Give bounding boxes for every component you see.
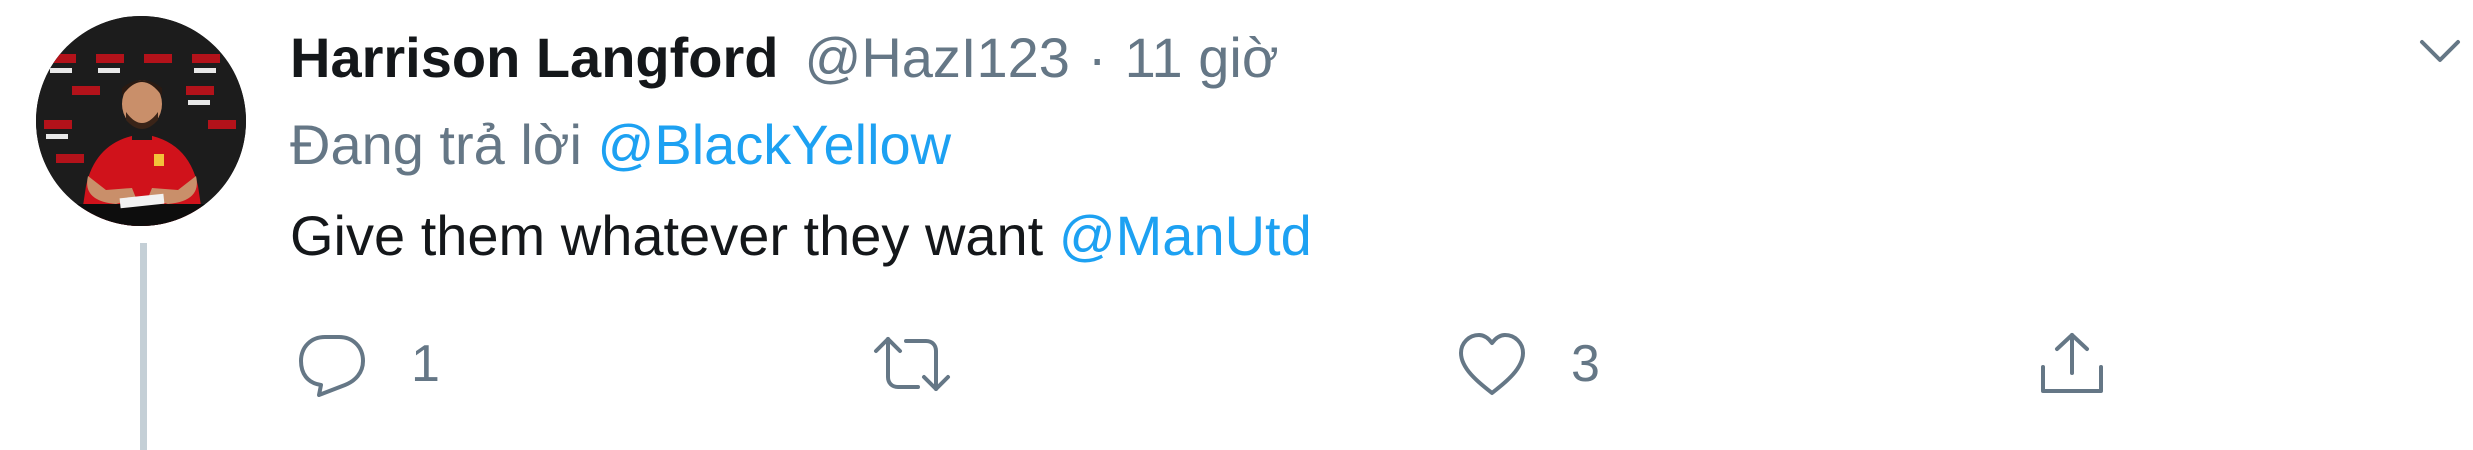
like-count: 3 (1571, 335, 1600, 393)
replying-to: Đang trả lời @BlackYellow (290, 112, 951, 177)
share-icon (2041, 333, 2103, 393)
mention-link[interactable]: @ManUtd (1059, 204, 1312, 267)
reply-to-link[interactable]: @BlackYellow (598, 113, 952, 176)
reply-count: 1 (411, 335, 440, 393)
thread-line (140, 243, 147, 450)
tweet-text-content: Give them whatever they want (290, 204, 1044, 267)
share-button[interactable] (2035, 326, 2109, 402)
reply-icon (299, 335, 365, 397)
replying-to-label: Đang trả lời (290, 113, 582, 176)
tweet-header: Harrison Langford @HazI123 · 11 giờ (290, 22, 1279, 92)
tweet-text: Give them whatever they want @ManUtd (290, 203, 1312, 268)
chevron-down-icon (2420, 40, 2460, 62)
reply-button[interactable]: 1 (295, 326, 440, 402)
heart-icon (1459, 333, 1525, 395)
like-button[interactable]: 3 (1455, 326, 1600, 402)
timestamp[interactable]: 11 giờ (1125, 25, 1279, 90)
tweet[interactable]: Harrison Langford @HazI123 · 11 giờ Đang… (0, 0, 2473, 450)
retweet-button[interactable] (870, 326, 954, 402)
more-options-button[interactable] (2410, 24, 2470, 78)
user-handle[interactable]: @HazI123 (804, 25, 1069, 90)
avatar[interactable] (36, 16, 246, 226)
separator-dot: · (1087, 25, 1107, 89)
retweet-icon (874, 337, 950, 391)
avatar-image (36, 16, 246, 226)
display-name[interactable]: Harrison Langford (290, 25, 778, 90)
